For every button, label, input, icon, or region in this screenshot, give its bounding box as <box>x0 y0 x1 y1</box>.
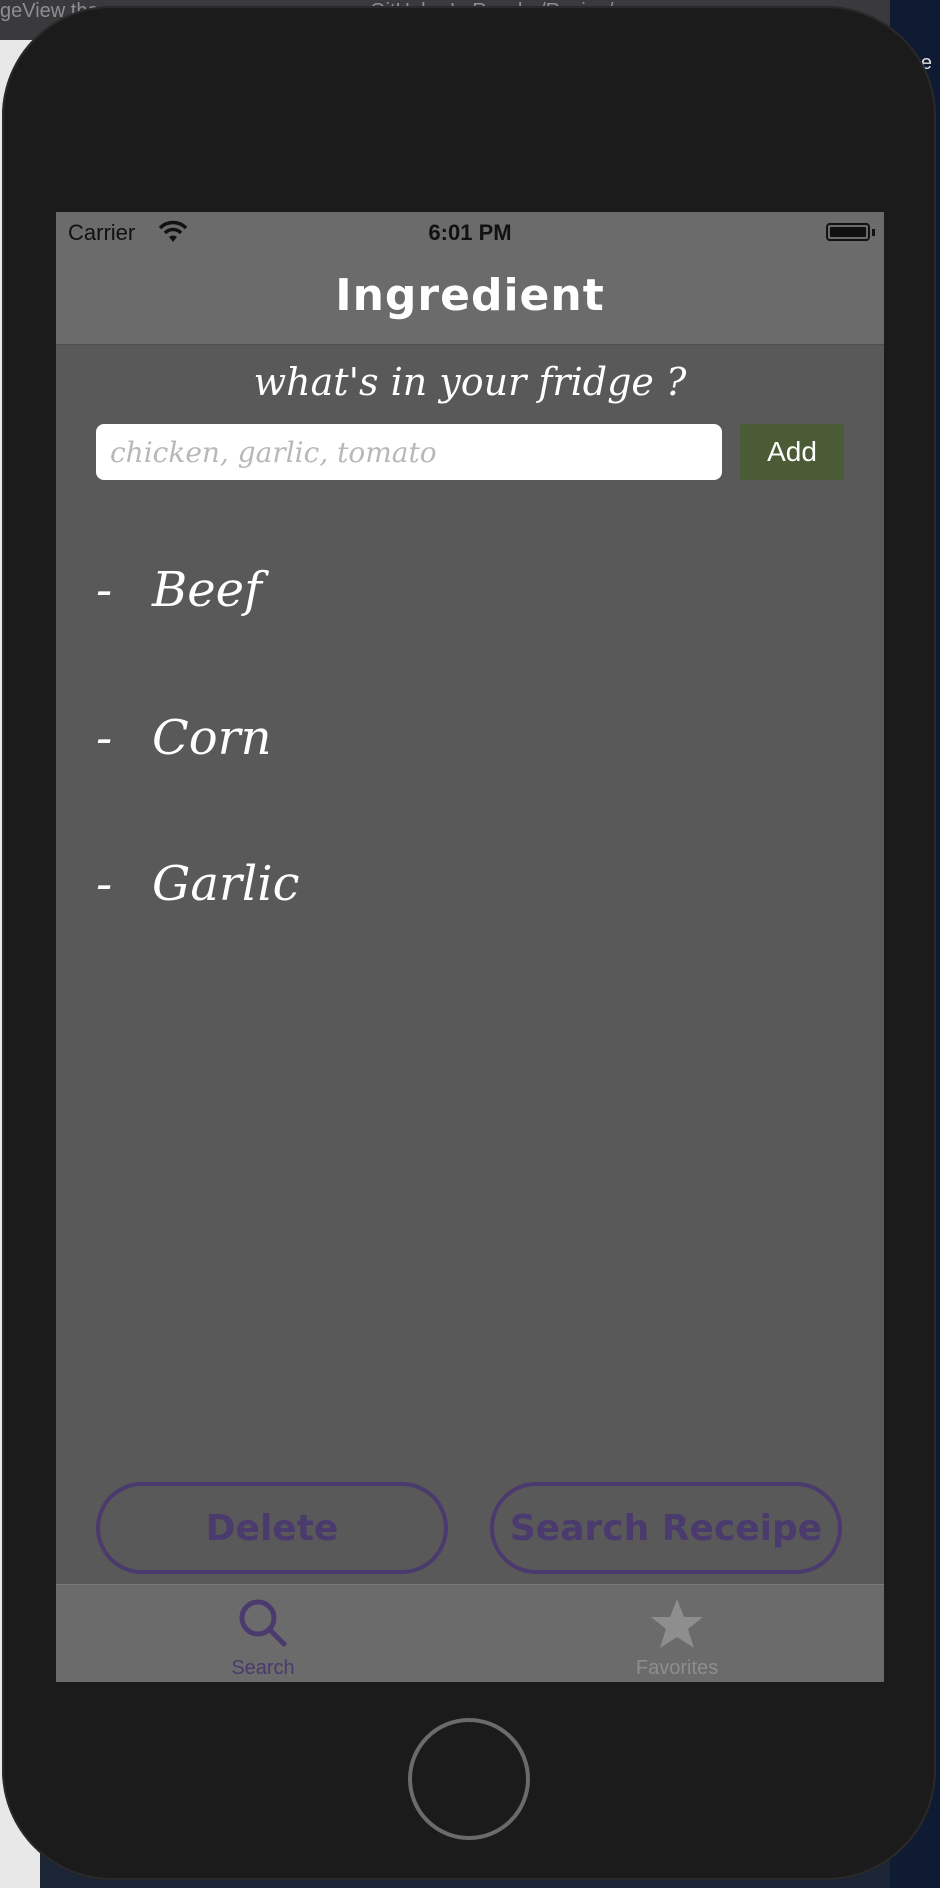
search-icon <box>56 1597 470 1654</box>
ingredient-name: Garlic <box>152 856 300 912</box>
ingredient-list-item: - Beef <box>96 562 262 618</box>
ingredient-name: Beef <box>152 562 262 618</box>
page-title: Ingredient <box>335 270 605 321</box>
delete-button[interactable]: Delete <box>96 1482 448 1574</box>
navigation-bar: Ingredient <box>56 252 884 345</box>
tab-label-search: Search <box>231 1657 295 1679</box>
ingredient-name: Corn <box>152 710 272 766</box>
battery-icon <box>826 223 870 241</box>
add-button[interactable]: Add <box>740 424 844 480</box>
fridge-prompt: what's in your fridge ? <box>253 360 687 404</box>
search-recipe-button[interactable]: Search Receipe <box>490 1482 842 1574</box>
ingredient-input[interactable] <box>96 424 722 480</box>
list-bullet: - <box>96 562 113 618</box>
home-button[interactable] <box>408 1718 530 1840</box>
status-time: 6:01 PM <box>428 220 512 245</box>
tab-label-favorites: Favorites <box>635 1657 719 1679</box>
list-bullet: - <box>96 710 113 766</box>
tab-bar: Search Favorites <box>56 1584 884 1682</box>
star-icon <box>470 1597 884 1656</box>
tab-search[interactable]: Search <box>56 1585 470 1682</box>
ingredient-list-item: - Corn <box>96 710 271 766</box>
status-bar: Carrier 6:01 PM <box>56 212 884 252</box>
list-bullet: - <box>96 856 113 912</box>
ingredient-list-item: - Garlic <box>96 856 300 912</box>
battery-cap <box>872 229 875 236</box>
iphone-simulator-frame: Carrier 6:01 PM Ingredient what's in you… <box>2 6 936 1880</box>
tab-favorites[interactable]: Favorites <box>470 1585 884 1682</box>
app-screen: Carrier 6:01 PM Ingredient what's in you… <box>56 212 884 1682</box>
